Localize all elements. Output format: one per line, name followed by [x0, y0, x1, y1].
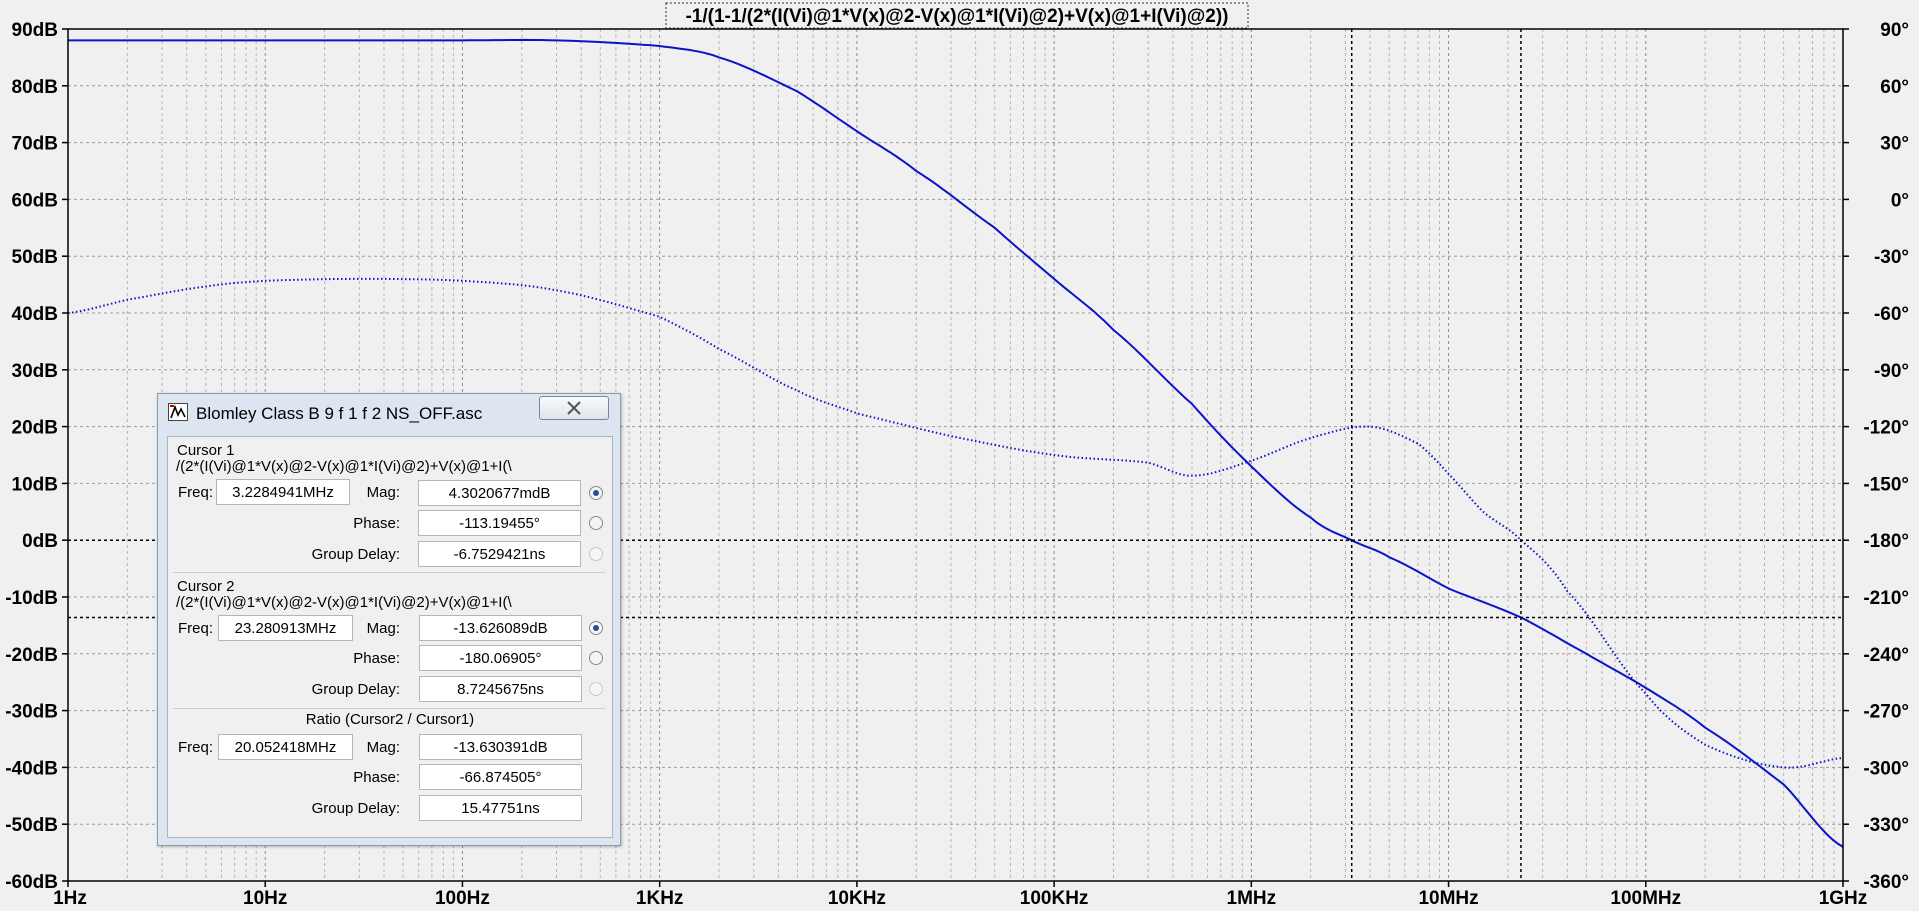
- y-right-tick-label: -90°: [1874, 361, 1909, 382]
- y-left-tick-label: -50dB: [5, 815, 58, 836]
- ratio-group-delay-field[interactable]: 15.47751ns: [419, 795, 582, 821]
- y-right-tick-label: -150°: [1863, 474, 1909, 495]
- ratio-phase-label: Phase:: [353, 769, 400, 786]
- y-right-tick-label: 30°: [1880, 134, 1909, 155]
- cursor2-freq-label: Freq:: [177, 620, 213, 637]
- cursor1-group-delay-radio[interactable]: [589, 547, 603, 561]
- x-tick-label: 10MHz: [1418, 888, 1478, 909]
- y-right-tick-label: -300°: [1863, 758, 1909, 779]
- y-left-tick-label: -40dB: [5, 758, 58, 779]
- y-left-tick-label: 0dB: [22, 531, 58, 552]
- y-right-tick-label: 0°: [1891, 190, 1909, 211]
- cursor2-mag-label: Mag:: [366, 620, 400, 637]
- trace-title[interactable]: -1/(1-1/(2*(I(Vi)@1*V(x)@2-V(x)@1*I(Vi)@…: [685, 6, 1228, 27]
- x-tick-label: 10Hz: [243, 888, 287, 909]
- x-tick-label: 10KHz: [828, 888, 886, 909]
- x-tick-label: 1Hz: [53, 888, 87, 909]
- y-left-tick-label: 20dB: [12, 418, 58, 439]
- ratio-group-delay-label: Group Delay:: [311, 800, 400, 817]
- cursor2-expression: /(2*(I(Vi)@1*V(x)@2-V(x)@1*I(Vi)@2)+V(x)…: [176, 594, 512, 611]
- cursor2-group-delay-field[interactable]: 8.7245675ns: [419, 676, 582, 702]
- cursor2-phase-label: Phase:: [353, 650, 400, 667]
- cursor2-group-delay-label: Group Delay:: [311, 681, 400, 698]
- cursor2-mag-field[interactable]: -13.626089dB: [419, 615, 582, 641]
- ratio-title: Ratio (Cursor2 / Cursor1): [305, 711, 475, 728]
- cursor-window-body: Cursor 1 /(2*(I(Vi)@1*V(x)@2-V(x)@1*I(Vi…: [167, 436, 613, 838]
- cursor2-title: Cursor 2: [177, 578, 235, 595]
- cursor2-phase-field[interactable]: -180.06905°: [419, 645, 582, 671]
- y-left-tick-label: 90dB: [12, 20, 58, 41]
- y-right-tick-label: -30°: [1874, 247, 1909, 268]
- x-tick-label: 1KHz: [636, 888, 684, 909]
- y-left-tick-label: -10dB: [5, 588, 58, 609]
- y-right-tick-label: -180°: [1863, 531, 1909, 552]
- cursor-window-title: Blomley Class B 9 f 1 f 2 NS_OFF.asc: [196, 404, 483, 423]
- y-left-tick-label: 50dB: [12, 247, 58, 268]
- cursor1-mag-field[interactable]: 4.3020677mdB: [418, 480, 581, 506]
- cursor2-phase-radio[interactable]: [589, 651, 603, 665]
- x-tick-label: 1GHz: [1819, 888, 1868, 909]
- cursor1-title: Cursor 1: [177, 442, 235, 459]
- y-right-tick-label: 90°: [1880, 20, 1909, 41]
- cursor-window[interactable]: Blomley Class B 9 f 1 f 2 NS_OFF.asc Cur…: [157, 393, 621, 846]
- cursor-window-titlebar[interactable]: Blomley Class B 9 f 1 f 2 NS_OFF.asc: [158, 394, 620, 428]
- y-right-tick-label: -120°: [1863, 418, 1909, 439]
- ratio-phase-field[interactable]: -66.874505°: [419, 764, 582, 790]
- y-left-tick-label: 80dB: [12, 77, 58, 98]
- close-button[interactable]: [539, 396, 609, 420]
- y-right-tick-label: -360°: [1863, 872, 1909, 893]
- cursor1-group-delay-label: Group Delay:: [311, 546, 400, 563]
- x-tick-label: 100KHz: [1020, 888, 1089, 909]
- y-left-tick-label: -60dB: [5, 872, 58, 893]
- y-right-tick-label: 60°: [1880, 77, 1909, 98]
- y-left-tick-label: 40dB: [12, 304, 58, 325]
- y-right-tick-label: -60°: [1874, 304, 1909, 325]
- ltspice-icon: [168, 403, 188, 421]
- cursor2-mag-radio[interactable]: [589, 621, 603, 635]
- cursor1-mag-label: Mag:: [366, 484, 400, 501]
- cursor1-mag-radio[interactable]: [589, 486, 603, 500]
- y-right-tick-label: -330°: [1863, 815, 1909, 836]
- y-right-tick-label: -210°: [1863, 588, 1909, 609]
- cursor1-phase-label: Phase:: [353, 515, 400, 532]
- cursor1-expression: /(2*(I(Vi)@1*V(x)@2-V(x)@1*I(Vi)@2)+V(x)…: [176, 458, 512, 475]
- y-left-tick-label: -30dB: [5, 702, 58, 723]
- y-left-tick-label: -20dB: [5, 645, 58, 666]
- y-right-tick-label: -240°: [1863, 645, 1909, 666]
- cursor1-phase-field[interactable]: -113.19455°: [418, 510, 581, 536]
- y-left-tick-label: 60dB: [12, 190, 58, 211]
- y-left-tick-label: 30dB: [12, 361, 58, 382]
- ratio-freq-label: Freq:: [177, 739, 213, 756]
- section-divider: [173, 708, 605, 709]
- y-left-tick-label: 10dB: [12, 474, 58, 495]
- x-tick-label: 100MHz: [1610, 888, 1681, 909]
- y-right-tick-label: -270°: [1863, 702, 1909, 723]
- close-icon: [567, 401, 581, 415]
- ratio-mag-label: Mag:: [366, 739, 400, 756]
- x-tick-label: 1MHz: [1227, 888, 1277, 909]
- cursor1-group-delay-field[interactable]: -6.7529421ns: [418, 541, 581, 567]
- section-divider: [173, 572, 605, 573]
- ratio-mag-field[interactable]: -13.630391dB: [419, 734, 582, 760]
- cursor2-group-delay-radio[interactable]: [589, 682, 603, 696]
- y-left-tick-label: 70dB: [12, 134, 58, 155]
- cursor1-phase-radio[interactable]: [589, 516, 603, 530]
- x-tick-label: 100Hz: [435, 888, 490, 909]
- cursor1-freq-label: Freq:: [177, 484, 213, 501]
